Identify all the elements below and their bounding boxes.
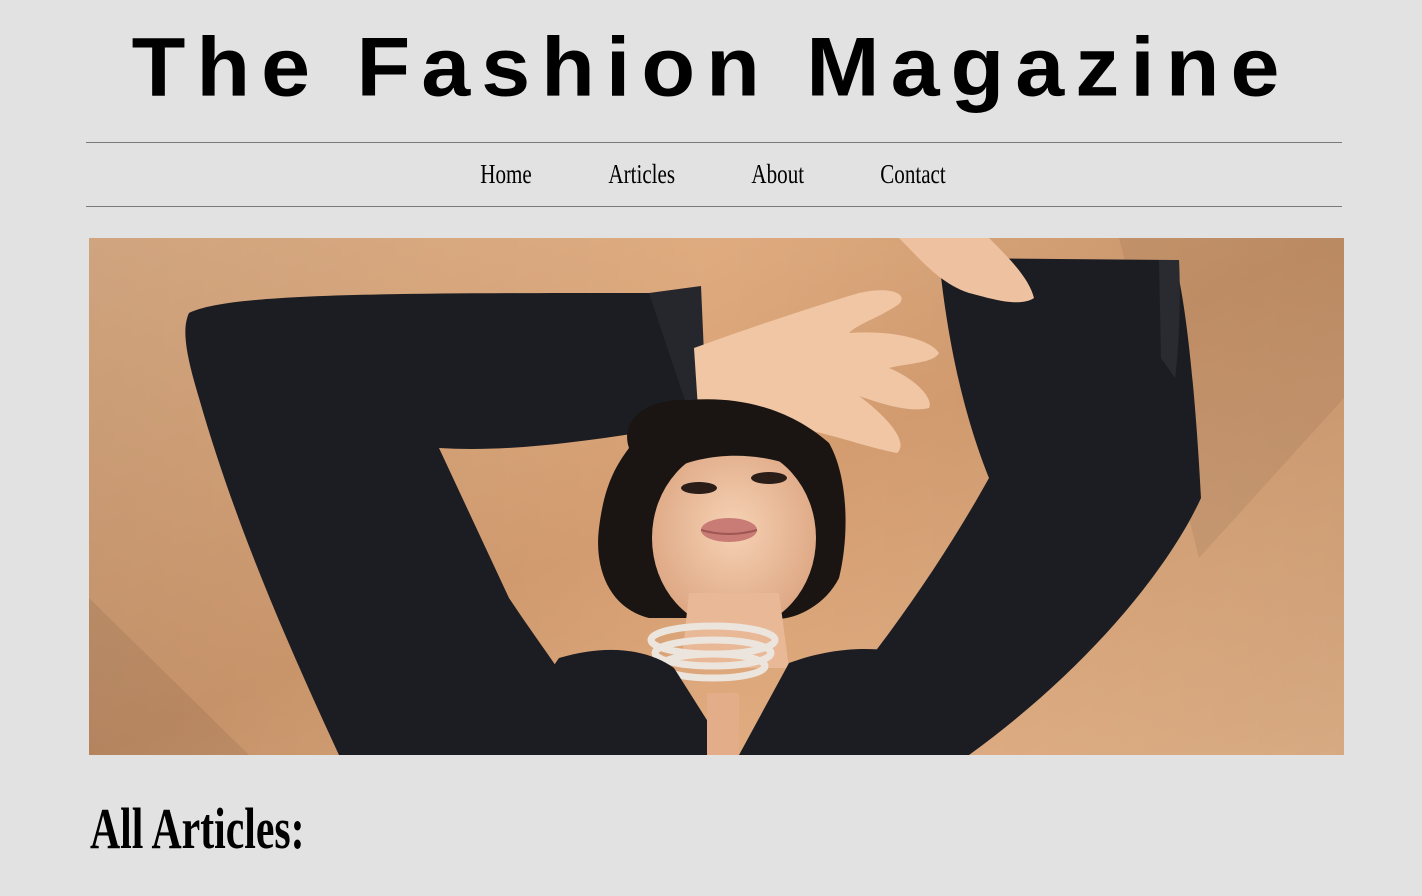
nav-link-articles[interactable]: Articles xyxy=(585,161,698,188)
nav-link-about[interactable]: About xyxy=(728,161,827,188)
site-title: The Fashion Magazine xyxy=(131,19,1291,114)
hero-image xyxy=(89,238,1344,755)
nav-link-home[interactable]: Home xyxy=(456,161,554,188)
masthead: The Fashion Magazine xyxy=(0,14,1422,120)
nav-link-contact[interactable]: Contact xyxy=(857,161,969,188)
all-articles-heading: All Articles: xyxy=(90,796,305,861)
main-nav: Home Articles About Contact xyxy=(86,142,1342,207)
hero-photo-illustration xyxy=(89,238,1344,755)
